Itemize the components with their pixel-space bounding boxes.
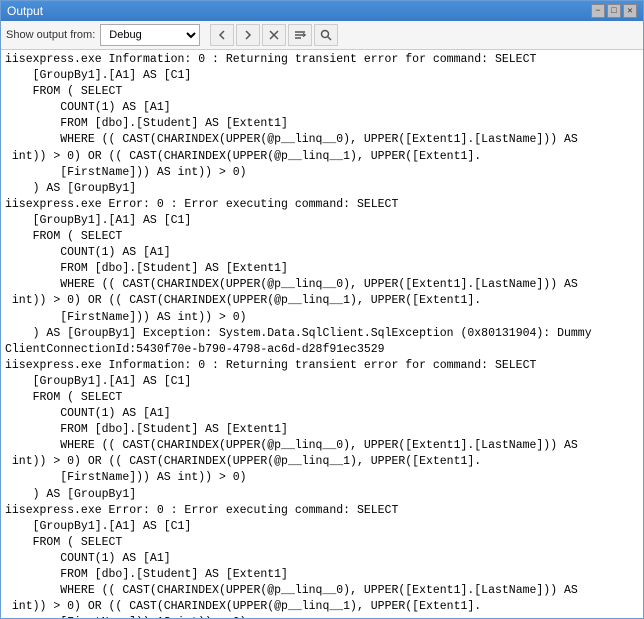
show-output-label: Show output from:: [6, 29, 95, 41]
prev-message-icon: [215, 28, 229, 42]
word-wrap-button[interactable]: [288, 24, 312, 46]
maximize-button[interactable]: □: [607, 4, 621, 18]
clear-button[interactable]: [262, 24, 286, 46]
clear-icon: [267, 28, 281, 42]
toolbar-button-group: [210, 24, 338, 46]
minimize-button[interactable]: −: [591, 4, 605, 18]
title-bar: Output − □ ✕: [1, 1, 643, 21]
find-button[interactable]: [314, 24, 338, 46]
close-button[interactable]: ✕: [623, 4, 637, 18]
next-message-button[interactable]: [236, 24, 260, 46]
window-title: Output: [7, 4, 43, 18]
find-icon: [319, 28, 333, 42]
next-message-icon: [241, 28, 255, 42]
output-area[interactable]: iisexpress.exe Information: 0 : Returnin…: [1, 50, 643, 618]
output-source-dropdown[interactable]: Debug Build All Output: [100, 24, 200, 46]
window-controls: − □ ✕: [591, 4, 637, 18]
word-wrap-icon: [293, 28, 307, 42]
output-window: Output − □ ✕ Show output from: Debug Bui…: [0, 0, 644, 619]
prev-message-button[interactable]: [210, 24, 234, 46]
output-text: iisexpress.exe Information: 0 : Returnin…: [5, 52, 639, 618]
toolbar: Show output from: Debug Build All Output: [1, 21, 643, 50]
